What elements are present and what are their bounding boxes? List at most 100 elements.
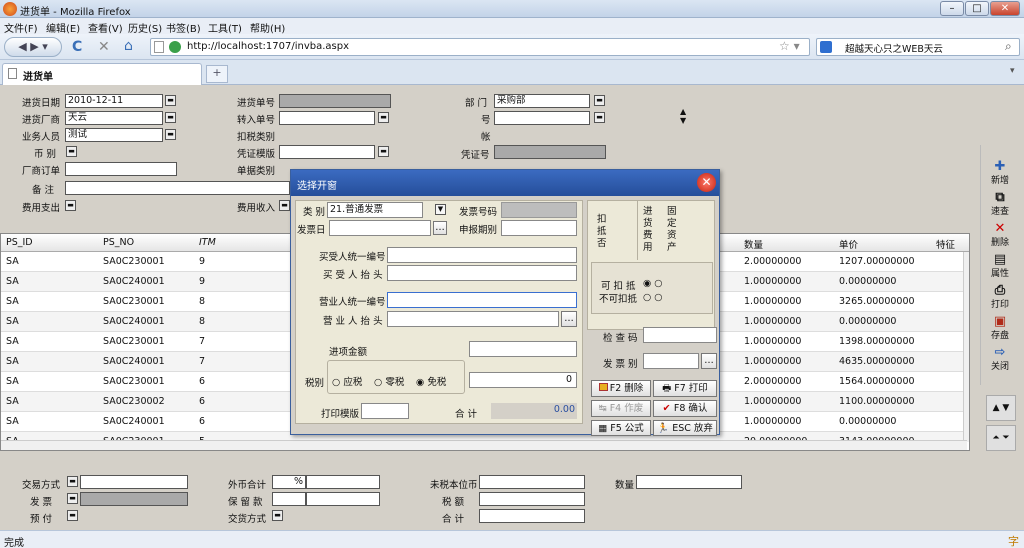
first-last-button[interactable]: ⏶ ⏷: [986, 425, 1016, 451]
dialog-close-icon[interactable]: ✕: [697, 173, 716, 192]
type-select[interactable]: 21.普通发票: [327, 202, 423, 218]
home-icon[interactable]: ⌂: [124, 38, 133, 54]
dept-dropdown-button[interactable]: ▬: [594, 95, 605, 106]
menu-view[interactable]: 查看(V): [88, 20, 123, 35]
transfer-field[interactable]: [279, 111, 375, 125]
qty-field[interactable]: [636, 475, 742, 489]
staff-dropdown-button[interactable]: ▬: [165, 129, 176, 140]
check-code-field[interactable]: [643, 327, 717, 343]
search-box[interactable]: 超越天心只之WEB天云 ⌕: [816, 38, 1020, 56]
delete-record-button[interactable]: ✕ 删除: [986, 222, 1014, 252]
ticket-dropdown-button[interactable]: ▬: [67, 493, 78, 504]
page-up-down-button[interactable]: ▲ ▼: [986, 395, 1016, 421]
date-field[interactable]: 2010-12-11: [65, 94, 163, 108]
print-tpl-field[interactable]: [361, 403, 409, 419]
transfer-dropdown-button[interactable]: ▬: [378, 112, 389, 123]
vendor-field[interactable]: 天云: [65, 111, 163, 125]
col-ps-no[interactable]: PS_NO: [103, 237, 134, 248]
grid-vertical-scrollbar[interactable]: [963, 252, 969, 442]
voucher-tpl-dropdown-button[interactable]: ▬: [378, 146, 389, 157]
radio-tax-free[interactable]: ◉ 免税: [416, 374, 446, 388]
voucher-tpl-field[interactable]: [279, 145, 375, 159]
note-field[interactable]: [65, 181, 290, 195]
foreign-total-field[interactable]: %: [272, 475, 306, 489]
delete-button[interactable]: F2 删除: [591, 380, 651, 397]
new-tab-button[interactable]: +: [206, 65, 228, 83]
menu-edit[interactable]: 编辑(E): [46, 20, 80, 35]
retain-amount-field[interactable]: [306, 492, 380, 506]
ticket-type-lookup-button[interactable]: …: [701, 353, 717, 369]
foreign-total-amount-field[interactable]: [306, 475, 380, 489]
bookmark-star-icon[interactable]: ☆ ▾: [779, 39, 800, 53]
currency-dropdown-button[interactable]: ▬: [66, 146, 77, 157]
tab-invoice[interactable]: 进货单: [2, 63, 202, 85]
no-dropdown-button[interactable]: ▬: [594, 112, 605, 123]
vendor-dropdown-button[interactable]: ▬: [165, 112, 176, 123]
stop-icon[interactable]: ✕: [98, 39, 110, 55]
col-price[interactable]: 单价: [839, 237, 858, 251]
prepay-dropdown-button[interactable]: ▬: [67, 510, 78, 521]
menu-history[interactable]: 历史(S): [128, 20, 162, 35]
col-feature[interactable]: 特征: [936, 237, 955, 251]
save-button[interactable]: ▣ 存盘: [986, 315, 1014, 345]
type-dropdown-button[interactable]: ▼: [435, 204, 446, 215]
properties-button[interactable]: ▤ 属性: [986, 253, 1014, 283]
vendor-order-field[interactable]: [65, 162, 177, 176]
url-bar[interactable]: http://localhost:1707/invba.aspx ☆ ▾: [150, 38, 810, 56]
deductible-radio[interactable]: ◉ ○: [643, 278, 663, 289]
amount-field[interactable]: [469, 341, 577, 357]
income-dropdown-button[interactable]: ▬: [279, 200, 290, 211]
confirm-button[interactable]: ✔ F8 确认: [653, 400, 717, 417]
untaxed-field[interactable]: [479, 475, 585, 489]
menu-tools[interactable]: 工具(T): [208, 20, 242, 35]
print-record-button[interactable]: ⎙ 打印: [986, 284, 1014, 314]
close-button[interactable]: ⇨ 关闭: [986, 346, 1014, 376]
ticket-type-field[interactable]: [643, 353, 699, 369]
formula-button[interactable]: ▦ F5 公式: [591, 420, 651, 436]
footer-tax-field[interactable]: [479, 492, 585, 506]
col-ps-id[interactable]: PS_ID: [6, 237, 33, 248]
tax-amount-field[interactable]: 0: [469, 372, 577, 388]
menu-file[interactable]: 文件(F): [4, 20, 38, 35]
search-icon[interactable]: ⌕: [1005, 39, 1012, 54]
menu-bookmarks[interactable]: 书签(B): [166, 20, 201, 35]
date-dropdown-button[interactable]: ▬: [165, 95, 176, 106]
new-button[interactable]: ✚ 新增: [986, 160, 1014, 190]
reload-icon[interactable]: C: [72, 39, 82, 55]
invoice-date-field[interactable]: [329, 220, 431, 236]
seller-id-field[interactable]: [387, 292, 577, 308]
radio-zero-tax[interactable]: ○ 零税: [374, 374, 404, 388]
quick-search-button[interactable]: ⧉ 速查: [986, 191, 1014, 221]
no-field[interactable]: [494, 111, 590, 125]
retain-field[interactable]: [272, 492, 306, 506]
buyer-id-field[interactable]: [387, 247, 577, 263]
cancel-button[interactable]: 🏃 ESC 放弃: [653, 420, 717, 436]
back-forward-button[interactable]: ◀ ▶ ▾: [4, 37, 62, 57]
maximize-button[interactable]: □: [965, 1, 989, 16]
minimize-button[interactable]: –: [940, 1, 964, 16]
trade-field[interactable]: [80, 475, 188, 489]
search-engine-icon[interactable]: [820, 41, 832, 53]
radio-taxable[interactable]: ○ 应税: [332, 374, 362, 388]
expense-dropdown-button[interactable]: ▬: [65, 200, 76, 211]
nondeductible-radio[interactable]: ○ ○: [643, 292, 663, 303]
trade-dropdown-button[interactable]: ▬: [67, 476, 78, 487]
buyer-name-field[interactable]: [387, 265, 577, 281]
col-qty[interactable]: 数量: [744, 237, 763, 251]
dept-field[interactable]: 采购部: [494, 94, 590, 108]
print-button[interactable]: 🖶 F7 打印: [653, 380, 717, 397]
report-period-field[interactable]: [501, 220, 577, 236]
staff-field[interactable]: 测试: [65, 128, 163, 142]
invoice-date-picker-button[interactable]: …: [433, 221, 447, 235]
footer-total-field[interactable]: [479, 509, 585, 523]
col-itm[interactable]: ITM: [199, 237, 216, 248]
seller-name-field[interactable]: [387, 311, 559, 327]
close-window-button[interactable]: ✕: [990, 1, 1020, 16]
tab-list-icon[interactable]: ▾: [1010, 66, 1015, 76]
sort-arrows-icon[interactable]: ▲ ▼: [680, 107, 686, 125]
grid-horizontal-scrollbar[interactable]: [1, 440, 967, 450]
void-button[interactable]: ↹ F4 作废: [591, 400, 651, 417]
delivery-dropdown-button[interactable]: ▬: [272, 510, 283, 521]
menu-help[interactable]: 帮助(H): [250, 20, 285, 35]
seller-lookup-button[interactable]: …: [561, 311, 577, 327]
